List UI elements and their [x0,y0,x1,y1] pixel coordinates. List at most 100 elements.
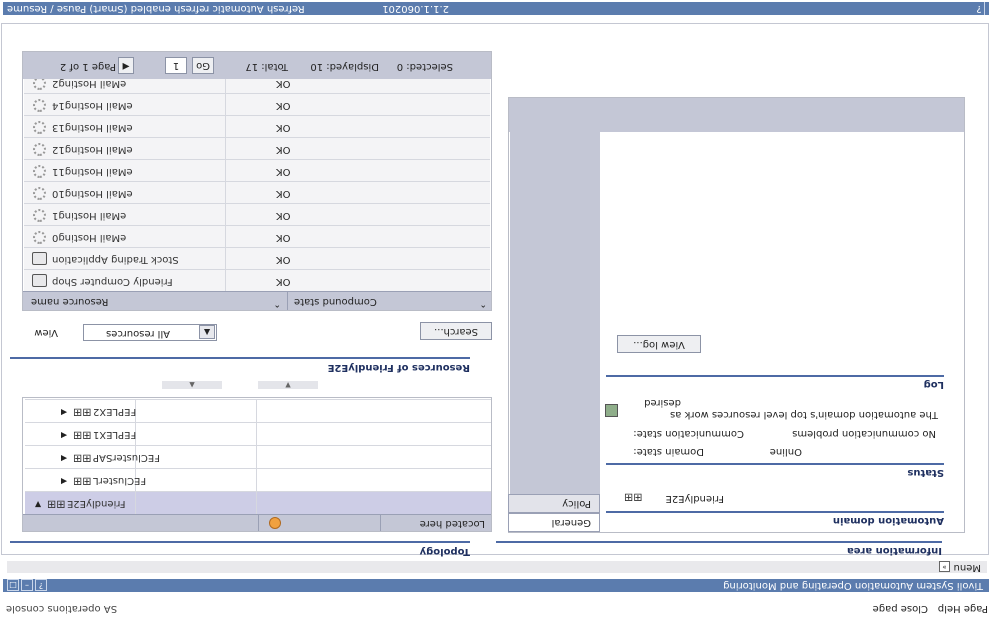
topology-row-label: FriendlyE2E [67,498,126,509]
view-select[interactable]: All resources ▲ [83,324,217,341]
resource-row[interactable]: eMail Hosting13 OK [24,115,490,137]
located-here-header[interactable]: Located here [380,515,491,531]
compound-state: OK [276,144,291,155]
resource-name-cell: eMail Hosting1 [28,204,272,225]
resource-name[interactable]: eMail Hosting12 [52,144,133,155]
domain-name-row[interactable]: FriendlyE2E ⊞⊞ [624,490,724,504]
resource-name[interactable]: eMail Hosting11 [52,166,133,177]
resource-name[interactable]: eMail Hosting13 [52,122,133,133]
domain-state-label: Domain state: [633,446,704,457]
help-icon[interactable]: ? [35,579,47,591]
topology-pin-cell [135,492,256,514]
gear-icon [33,209,46,222]
collapsed-arrow-icon[interactable]: ◀ [61,408,67,417]
gear-icon [33,121,46,134]
maximize-icon[interactable]: □ [7,579,19,591]
resource-name-cell: eMail Hosting11 [28,160,272,181]
automation-domain-heading: Automation domain [606,511,944,526]
collapsed-arrow-icon[interactable]: ◀ [61,431,67,440]
tab-general[interactable]: General [508,513,600,532]
resource-row[interactable]: eMail Hosting10 OK [24,181,490,203]
information-panel: General Policy Automation domain Friendl… [508,97,965,533]
resource-row[interactable]: eMail Hosting0 OK [24,225,490,247]
resource-name[interactable]: eMail Hosting14 [52,100,133,111]
resource-row[interactable]: Friendly Computer Shop OK [24,269,490,291]
resource-row[interactable]: eMail Hosting1 OK [24,203,490,225]
page-help-link[interactable]: Page Help [938,603,988,614]
resource-name-cell: eMail Hosting10 [28,182,272,203]
status-help-icon[interactable]: ? [974,2,985,15]
topology-row-label: FEClusterSAP [93,452,160,463]
gear-icon [33,187,46,200]
sort-icon[interactable]: ⌃ [273,298,281,308]
resource-row[interactable]: eMail Hosting14 OK [24,93,490,115]
compound-state: OK [276,276,291,287]
collapsed-arrow-icon[interactable]: ◀ [61,477,67,486]
menu-bar: Menu » [7,561,987,573]
version-label: 2.1.1.060201 [382,3,449,14]
menu-expand-icon[interactable]: » [939,561,950,572]
topology-row[interactable]: ◀ ⊞⊞ FEPLEX1 [25,422,491,445]
resource-name[interactable]: eMail Hosting0 [52,232,126,243]
information-area-heading: Information area [496,541,942,556]
resource-name[interactable]: Stock Trading Application [52,254,179,265]
close-page-link[interactable]: Close page [873,603,928,614]
page-indicator: Page 1 of 2 [59,61,116,72]
go-button[interactable]: Go [192,57,214,74]
resource-name[interactable]: eMail Hosting2 [52,78,126,89]
menu-label[interactable]: Menu [954,561,981,573]
topology-pin-cell [135,423,256,445]
resource-row[interactable]: eMail Hosting11 OK [24,159,490,181]
view-log-button[interactable]: View log... [617,335,701,353]
status-note-cont: desired [644,397,681,408]
domain-icon: ⊞⊞ [624,491,643,504]
gear-icon [33,143,46,156]
sort-icon[interactable]: ⌃ [479,298,487,308]
resource-name-cell: Friendly Computer Shop [28,270,272,291]
chevron-down-icon[interactable]: ▲ [199,325,215,339]
compound-state: OK [276,100,291,111]
topology-pin-cell [135,400,256,422]
next-page-icon[interactable]: ◀ [118,57,134,74]
topology-row[interactable]: ◀ ⊞⊞ FEPLEX2 [25,399,491,422]
resource-name-cell: eMail Hosting14 [28,94,272,115]
resource-name-cell: eMail Hosting12 [28,138,272,159]
resource-name-cell: Stock Trading Application [28,248,272,269]
minimize-icon[interactable]: – [21,579,33,591]
topology-row-label: FEPLEX1 [93,429,137,440]
refresh-status[interactable]: Refresh Automatic refresh enabled (Smart… [7,2,305,15]
resource-name[interactable]: Friendly Computer Shop [52,276,173,287]
topology-row[interactable]: ▼ ⊞⊞ FriendlyE2E [25,491,491,514]
resource-name-header[interactable]: Resource name ⌃ [23,292,287,310]
resource-name[interactable]: eMail Hosting1 [52,210,126,221]
resources-heading: Resources of FriendlyE2E [10,357,470,373]
resource-table-header: Compound state ⌃ Resource name ⌃ [23,291,491,310]
page-number-input[interactable]: 1 [165,57,187,74]
compound-state: OK [276,78,291,89]
topology-row-label: FEPLEX2 [93,406,137,417]
search-button[interactable]: Search... [420,322,492,340]
resource-row[interactable]: Stock Trading Application OK [24,247,490,269]
compound-state: OK [276,254,291,265]
topology-row[interactable]: ◀ ⊞⊞ FEClusterSAP [25,445,491,468]
tab-strip [510,132,600,532]
pin-column-header[interactable] [258,515,380,531]
application-icon [32,274,47,287]
domain-state-value: Online [769,446,802,457]
compound-state-header[interactable]: Compound state ⌃ [287,292,491,310]
status-note: The automation domain's top level resour… [670,409,938,420]
topology-row[interactable]: ◀ ⊞⊞ FEClusterL [25,468,491,491]
expanded-arrow-icon[interactable]: ▼ [35,500,41,509]
collapsed-arrow-icon[interactable]: ◀ [61,454,67,463]
window-title: Tivoli System Automation Operating and M… [723,580,983,591]
tab-policy[interactable]: Policy [508,494,600,513]
resource-table: Compound state ⌃ Resource name ⌃ Friendl… [22,51,492,311]
topology-scroll-down[interactable]: ▼ [258,381,318,389]
displayed-count: Displayed: 10 [310,61,379,72]
resource-row[interactable]: eMail Hosting12 OK [24,137,490,159]
paging-bar: Selected: 0 Displayed: 10 Total: 17 Go 1… [23,52,491,79]
cluster-icon: ⊞⊞ [73,429,92,442]
window-controls: ? – □ [7,579,47,591]
resource-name[interactable]: eMail Hosting10 [52,188,133,199]
topology-scroll-up[interactable]: ▲ [162,381,222,389]
